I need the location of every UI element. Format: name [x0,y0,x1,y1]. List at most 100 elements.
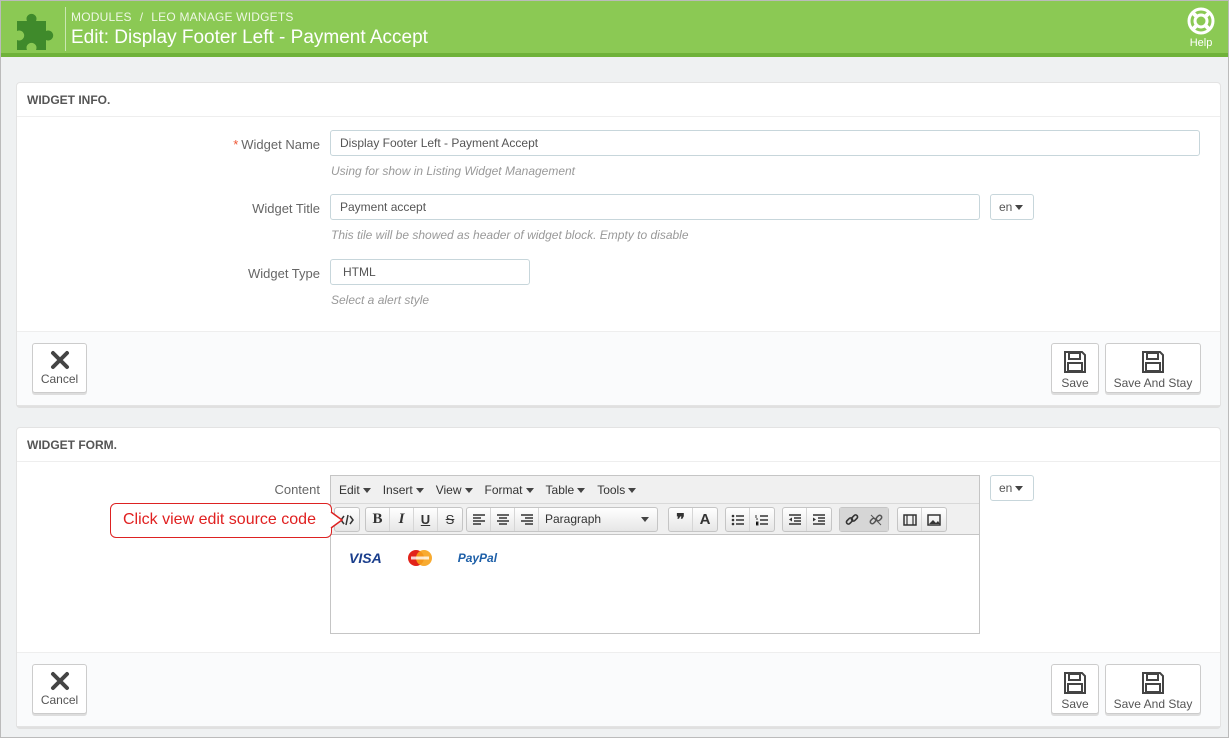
align-center-button[interactable] [491,508,515,531]
caret-down-icon [362,488,371,494]
italic-icon: I [398,511,405,527]
indent-button[interactable] [807,508,831,531]
quote-icon: ❞ [676,511,685,529]
panel-footer: Cancel Save Save And Stay [17,652,1220,726]
widget-type-field[interactable]: HTML [330,259,530,285]
link-icon [845,513,858,525]
list-group [725,507,775,532]
caret-down-icon [577,488,586,494]
underline-button[interactable]: U [414,508,438,531]
media-group [897,507,947,532]
floppy-disk-icon [1064,672,1086,694]
menu-table[interactable]: Table [540,476,592,504]
floppy-disk-icon [1142,351,1164,373]
alignment-group: Paragraph [466,507,658,532]
indent-group [782,507,832,532]
numbered-list-button[interactable] [750,508,774,531]
panel-heading: WIDGET FORM. [17,428,1220,462]
align-right-button[interactable] [515,508,539,531]
editor-content-area[interactable]: VISA PayPal [331,535,979,632]
save-and-stay-button[interactable]: Save And Stay [1105,343,1201,393]
unlink-button[interactable] [864,508,888,531]
cancel-button[interactable]: Cancel [32,343,87,393]
save-and-stay-button[interactable]: Save And Stay [1105,664,1201,714]
bold-button[interactable]: B [366,508,390,531]
menu-insert[interactable]: Insert [377,476,430,504]
underline-icon: U [420,512,431,527]
align-right-icon [520,513,533,525]
caret-down-icon [525,488,534,494]
menu-view[interactable]: View [430,476,479,504]
page-header: MODULES / LEO MANAGE WIDGETS Edit: Display… [1,1,1228,57]
menu-tools[interactable]: Tools [591,476,642,504]
breadcrumb-leo-manage-widgets[interactable]: LEO MANAGE WIDGETS [151,10,293,24]
widget-title-help: This tile will be showed as header of wi… [331,228,689,242]
visa-logo: VISA [349,550,382,566]
help-label: Help [1189,37,1213,49]
callout-pointer [330,511,344,529]
menu-edit[interactable]: Edit [333,476,377,504]
close-icon [50,351,69,369]
insert-link-button[interactable] [840,508,864,531]
insert-video-button[interactable] [898,508,922,531]
strikethrough-button[interactable]: S [438,508,462,531]
close-icon [50,672,69,690]
puzzle-icon [17,13,54,51]
caret-down-icon [415,488,424,494]
caret-down-icon [628,488,637,494]
widget-info-panel: WIDGET INFO. * Widget Name Display Footer… [16,82,1221,406]
outdent-button[interactable] [783,508,807,531]
unlink-icon [869,514,883,525]
widget-name-input[interactable]: Display Footer Left - Payment Accept [330,130,1200,156]
mastercard-logo [407,550,432,566]
indent-icon [813,513,825,525]
bold-icon: B [372,511,383,527]
paypal-logo: PayPal [457,551,498,565]
save-button[interactable]: Save [1051,343,1099,393]
floppy-disk-icon [1064,351,1086,373]
outdent-icon [788,513,801,525]
editor-toolbar: B I U S Paragraph ❞ A [331,504,979,535]
text-color-button[interactable]: A [693,508,717,531]
blockquote-button[interactable]: ❞ [669,508,693,531]
caret-down-icon [1015,205,1024,211]
widget-form-panel: WIDGET FORM. Content Edit Insert View Forma… [16,427,1221,727]
panel-footer: Cancel Save Save And Stay [17,331,1220,405]
align-left-button[interactable] [467,508,491,531]
save-button[interactable]: Save [1051,664,1099,714]
panel-heading: WIDGET INFO. [17,83,1220,117]
widget-title-input[interactable]: Payment accept [330,194,980,220]
payment-logos: VISA PayPal [349,549,497,567]
widget-type-label: Widget Type [247,266,320,281]
menu-format[interactable]: Format [479,476,540,504]
bullet-list-button[interactable] [726,508,750,531]
rich-text-editor: Edit Insert View Format Table Tools B I U S [330,475,980,634]
font-color-icon: A [699,511,711,528]
cancel-button[interactable]: Cancel [32,664,87,714]
breadcrumb-modules[interactable]: MODULES [71,10,132,24]
align-left-icon [472,513,485,525]
widget-type-help: Select a alert style [331,293,430,307]
page-title: Edit: Display Footer Left - Payment Acce… [71,27,428,48]
film-icon [902,513,917,526]
editor-menubar: Edit Insert View Format Table Tools [331,476,979,504]
numbered-list-icon [755,514,768,525]
bullet-list-icon [731,514,744,525]
breadcrumb: MODULES / LEO MANAGE WIDGETS [71,10,294,24]
image-icon [927,513,941,526]
caret-down-icon [641,517,649,522]
block-format-select[interactable]: Paragraph [539,508,657,531]
align-center-icon [496,513,509,525]
content-language-dropdown[interactable]: en [990,475,1034,501]
caret-down-icon [1015,486,1024,492]
header-divider [65,7,66,51]
floppy-disk-icon [1142,672,1164,694]
italic-button[interactable]: I [390,508,414,531]
insert-image-button[interactable] [922,508,946,531]
widget-title-label: Widget Title [252,201,320,216]
widget-name-help: Using for show in Listing Widget Managem… [331,164,576,178]
annotation-callout: Click view edit source code [110,503,332,538]
strikethrough-icon: S [445,512,455,527]
help-button[interactable]: Help [1186,7,1216,49]
title-language-dropdown[interactable]: en [990,194,1034,220]
